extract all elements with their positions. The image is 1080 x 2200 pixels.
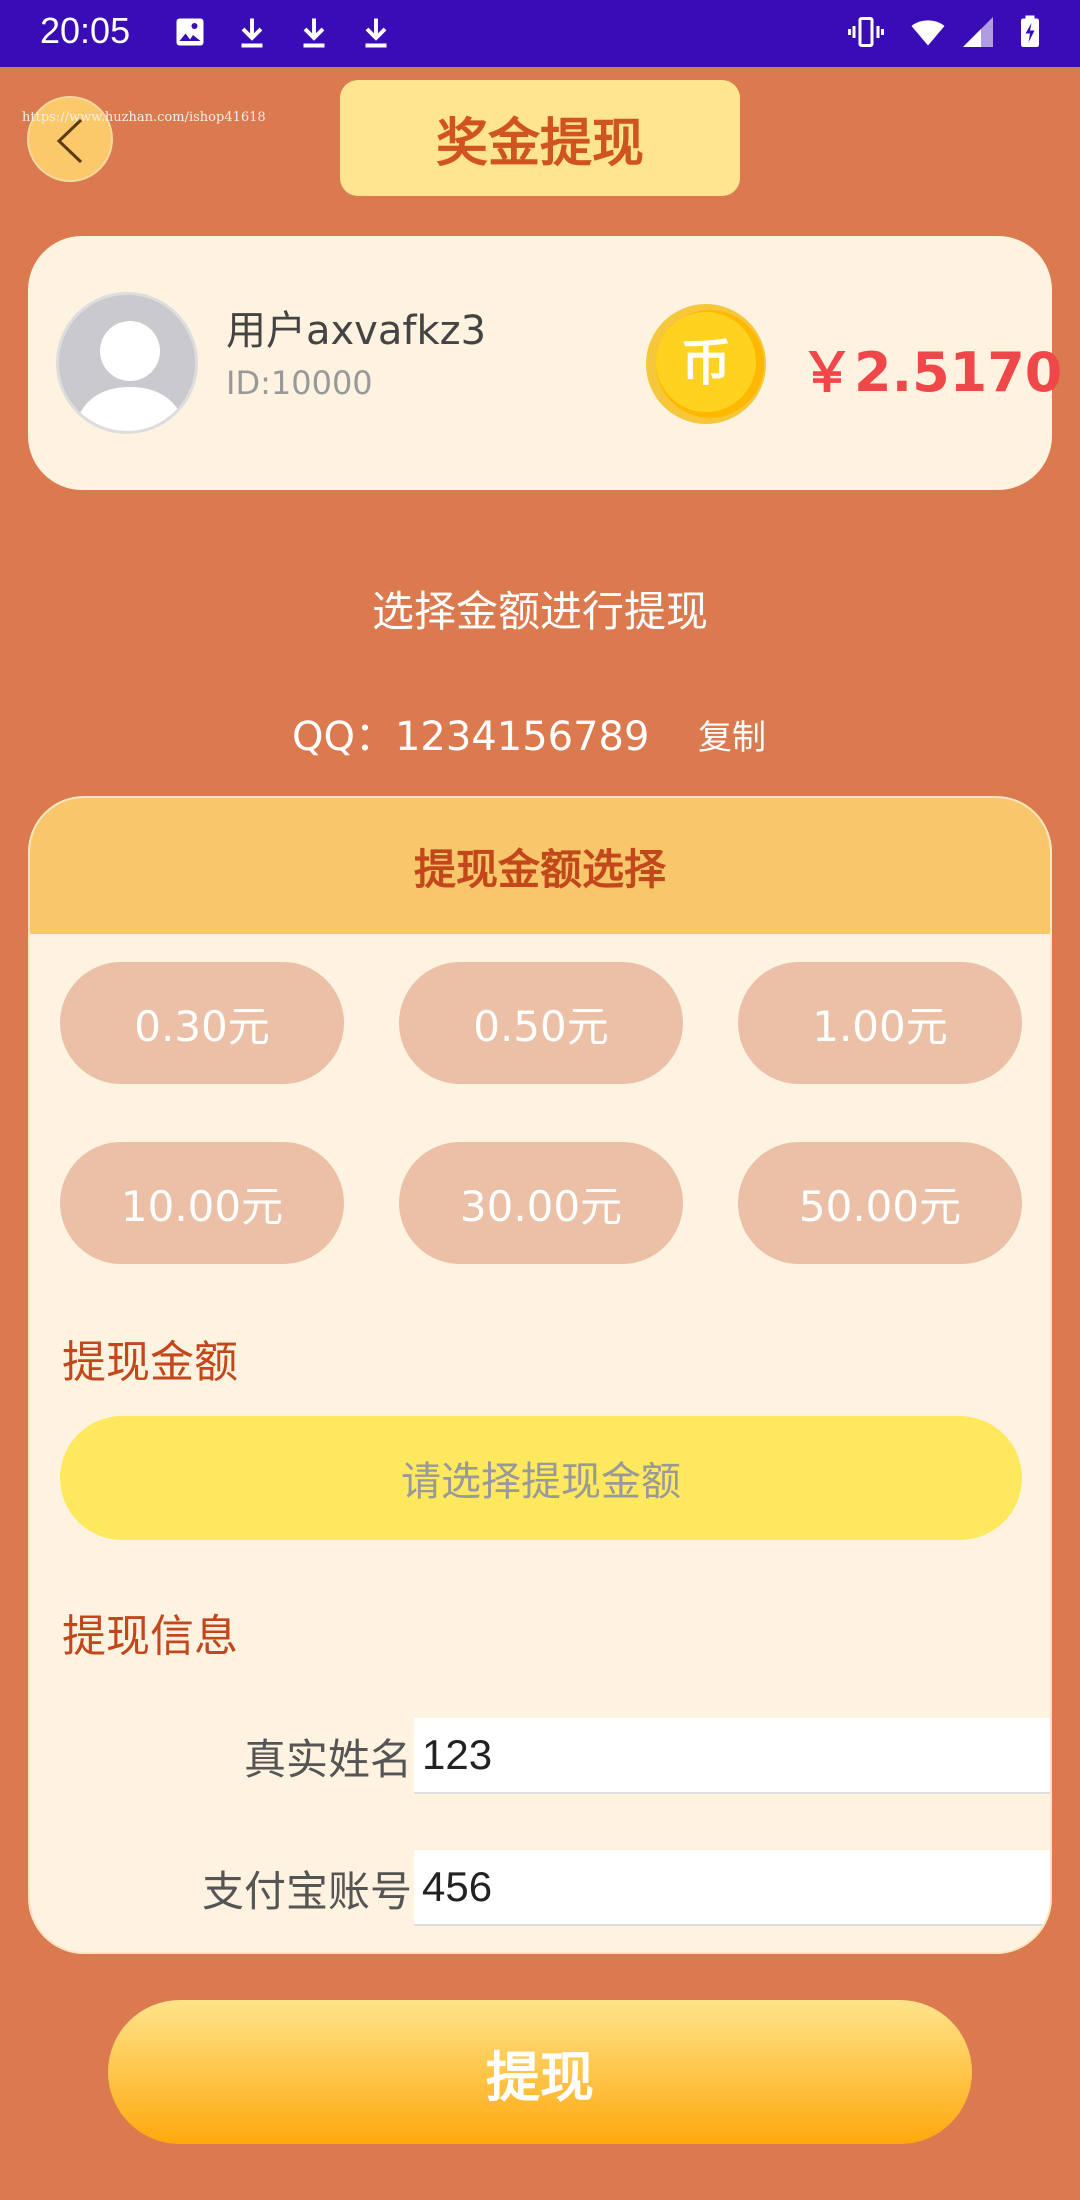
back-button[interactable]: [27, 96, 113, 182]
user-name: 用户axvafkz3: [226, 308, 487, 354]
download-icon: [303, 18, 325, 48]
amount-option[interactable]: 1.00元: [738, 962, 1022, 1084]
alipay-account-input[interactable]: 456: [414, 1850, 1050, 1926]
image-icon: [176, 18, 204, 46]
withdraw-panel: 提现金额选择 0.30元 0.50元 1.00元 10.00元 30.00元 5…: [28, 796, 1052, 1954]
download-icon: [365, 18, 387, 48]
battery-charging-icon: [1021, 15, 1039, 47]
real-name-input[interactable]: 123: [414, 1718, 1050, 1794]
coin-icon-text: 币: [681, 334, 731, 392]
panel-title: 提现金额选择: [413, 844, 666, 894]
avatar: [56, 292, 198, 434]
watermark-text: https://www.huzhan.com/ishop41618: [22, 110, 266, 125]
copy-button[interactable]: 复制: [698, 710, 766, 759]
amount-option[interactable]: 0.30元: [60, 962, 344, 1084]
alipay-account-label: 支付宝账号: [201, 1867, 412, 1916]
amount-section-label: 提现金额: [62, 1337, 238, 1388]
real-name-label: 真实姓名: [243, 1735, 412, 1784]
signal-icon: [963, 17, 993, 47]
amount-field[interactable]: 请选择提现金额: [60, 1416, 1022, 1540]
wifi-icon: [911, 20, 945, 46]
user-card: 用户axvafkz3 ID:10000 币 ￥2.5170: [28, 236, 1062, 490]
page-title: 奖金提现: [435, 113, 644, 174]
amount-option[interactable]: 50.00元: [738, 1142, 1022, 1264]
balance-amount: ￥2.5170: [800, 341, 1063, 404]
amount-option[interactable]: 0.50元: [399, 962, 683, 1084]
vibrate-icon: [848, 17, 884, 47]
withdraw-button-label: 提现: [486, 2045, 594, 2109]
page-title-box: 奖金提现: [340, 80, 740, 196]
panel-header: 提现金额选择: [30, 798, 1050, 934]
withdraw-prompt: 选择金额进行提现: [371, 587, 708, 636]
amount-option[interactable]: 10.00元: [60, 1142, 344, 1264]
info-section-label: 提现信息: [62, 1611, 238, 1662]
qq-contact: QQ：1234156789: [292, 714, 650, 760]
amount-option[interactable]: 30.00元: [399, 1142, 683, 1264]
user-id: ID:10000: [226, 364, 373, 402]
withdraw-button[interactable]: 提现: [108, 2000, 972, 2144]
download-icon: [241, 18, 263, 48]
coin-icon: 币: [646, 304, 766, 424]
status-time: 20:05: [40, 10, 131, 51]
user-placeholder-icon: [74, 321, 186, 431]
status-bar: 20:05: [0, 0, 1080, 67]
